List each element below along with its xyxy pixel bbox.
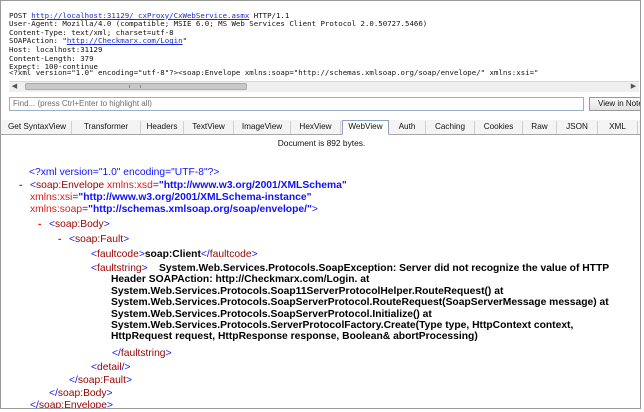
tab-auth[interactable]: Auth [389,121,426,134]
find-bar: Find... (press Ctrl+Enter to highlight a… [9,97,640,113]
find-input[interactable]: Find... (press Ctrl+Enter to highlight a… [9,97,584,111]
scroll-left-arrow-icon[interactable]: ◀ [9,82,20,92]
faultstring-value: System.Web.Services.Protocols.SoapExcept… [111,263,609,343]
tab-headers[interactable]: Headers [141,121,184,134]
envelope-xsi-attr: xmlns:xsi="http://www.w3.org/2001/XMLSch… [30,192,312,203]
envelope-soap-attr: xmlns:soap="http://schemas.xmlsoap.org/s… [30,204,318,215]
scroll-right-arrow-icon[interactable]: ▶ [628,82,639,92]
faultstring-close-tag: </faultstring> [112,348,172,359]
response-tab-bar: Get SyntaxView Transformer Headers TextV… [1,120,640,135]
tab-caching[interactable]: Caching [426,121,475,134]
envelope-close-line: </soap:Envelope> [30,400,114,409]
collapse-toggle-icon[interactable]: - [58,234,61,245]
tab-raw[interactable]: Raw [523,121,557,134]
tab-textview[interactable]: TextView [184,121,234,134]
request-body-preview: <?xml version="1.0" encoding="utf-8"?><s… [9,68,539,77]
tab-xml[interactable]: XML [598,121,638,134]
tab-get-syntaxview[interactable]: Get SyntaxView [3,121,72,134]
envelope-open-line: - <soap:Envelope xmlns:xsd="http://www.w3… [19,180,347,191]
collapse-toggle-icon[interactable]: - [19,180,22,191]
tab-json[interactable]: JSON [557,121,598,134]
tab-imageview[interactable]: ImageView [234,121,291,134]
faultcode-line: <faultcode>soap:Client</faultcode> [91,249,258,260]
tab-webview[interactable]: WebView [342,120,389,135]
grip-icon [129,85,141,88]
scrollbar-thumb[interactable] [25,83,247,90]
fault-open-line: - <soap:Fault> [58,234,130,245]
header-content-length: Content-Length: 379 [9,53,94,63]
document-size-label: Document is 892 bytes. [277,138,366,148]
horizontal-scrollbar[interactable]: ◀ ▶ [9,81,639,92]
tab-hexview[interactable]: HexView [291,121,341,134]
collapse-toggle-icon[interactable]: - [38,219,41,230]
xml-tree-view: <?xml version="1.0" encoding="UTF-8"?> -… [1,167,640,409]
tab-cookies[interactable]: Cookies [475,121,523,134]
body-open-line: - <soap:Body> [38,219,110,230]
tab-transformer[interactable]: Transformer [72,121,141,134]
body-close-line: </soap:Body> [49,388,113,399]
view-in-notepad-button[interactable]: View in Notepad [589,97,640,111]
header-soapaction: SOAPAction: "http://Checkmarx.com/Login" [9,36,188,46]
request-raw-text: POST http://localhost:31129/_cxProxy/CxW… [9,3,639,89]
detail-line: <detail/> [91,362,131,373]
inspector-window: POST http://localhost:31129/_cxProxy/CxW… [0,0,641,409]
xml-declaration: <?xml version="1.0" encoding="UTF-8"?> [29,167,220,178]
header-host: Host: localhost:31129 [9,44,103,54]
fault-close-line: </soap:Fault> [69,375,132,386]
